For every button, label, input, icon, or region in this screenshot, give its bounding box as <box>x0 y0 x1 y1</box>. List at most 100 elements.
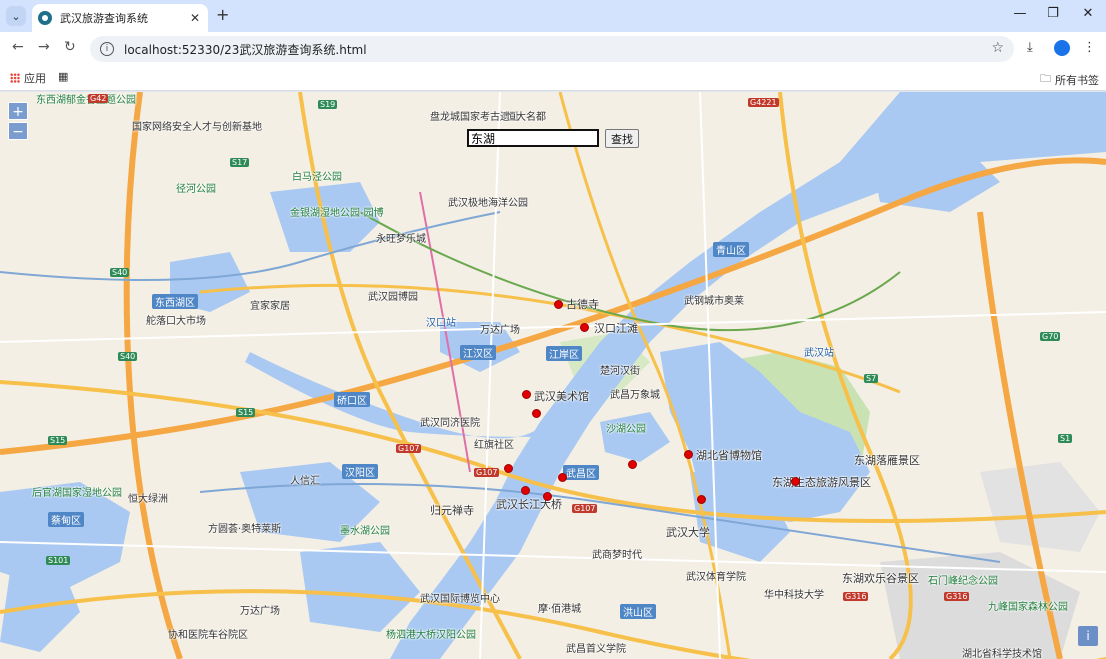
poi-label: 古德寺 <box>566 298 599 311</box>
map-label: 东西湖郁金香主题公园 <box>36 95 136 106</box>
map-label: 武汉站 <box>804 348 834 359</box>
tab-list-button[interactable]: ⌄ <box>6 6 26 26</box>
poi-label: 东湖落雁景区 <box>854 454 920 467</box>
restore-icon[interactable]: ❐ <box>1043 6 1063 21</box>
map-label: 白马泾公园 <box>292 172 342 183</box>
tab-groups-icon[interactable]: ▦ <box>58 70 68 83</box>
map-label: 湖北省科学技术馆 <box>962 649 1042 659</box>
bookmarks-bar: 应用 ▦ 🗀 所有书签 <box>0 64 1106 91</box>
tourist-marker[interactable] <box>554 300 563 309</box>
highway-shield: G316 <box>843 592 869 601</box>
map-label: 人信汇 <box>290 476 320 487</box>
zoom-out-button[interactable]: − <box>8 122 28 140</box>
map-label: 径河公园 <box>176 184 216 195</box>
site-info-icon[interactable]: i <box>100 42 114 56</box>
map-label: 恒大绿洲 <box>128 494 168 505</box>
highway-shield: G107 <box>572 504 598 513</box>
poi-label: 东湖欢乐谷景区 <box>842 572 919 585</box>
tourist-marker[interactable] <box>628 460 637 469</box>
poi-label: 归元禅寺 <box>430 504 474 517</box>
map-label: 万达广场 <box>480 325 520 336</box>
highway-shield: S15 <box>236 408 256 417</box>
map-label: 武汉园博园 <box>368 292 418 303</box>
map-label: 华中科技大学 <box>764 590 824 601</box>
map-label: 汉口站 <box>426 318 456 329</box>
district-tag: 武昌区 <box>563 465 599 480</box>
district-tag: 洪山区 <box>620 604 656 619</box>
tourist-marker[interactable] <box>580 323 589 332</box>
tourist-marker[interactable] <box>504 464 513 473</box>
highway-shield: G107 <box>396 444 422 453</box>
district-tag: 江汉区 <box>460 345 496 360</box>
highway-shield: S7 <box>864 374 879 383</box>
map-info-button[interactable]: i <box>1078 626 1098 646</box>
back-arrow-icon[interactable]: ← <box>12 39 24 55</box>
highway-shield: S101 <box>46 556 71 565</box>
highway-shield: G70 <box>1040 332 1061 341</box>
bookmark-all[interactable]: 🗀 所有书签 <box>1040 70 1099 89</box>
tourist-marker[interactable] <box>543 492 552 501</box>
map-label: 国家网络安全人才与创新基地 <box>132 122 262 133</box>
highway-shield: G107 <box>474 468 500 477</box>
tourist-marker[interactable] <box>558 473 567 482</box>
map-canvas[interactable]: 东西湖区 江汉区 江岸区 硚口区 汉阳区 蔡甸区 武昌区 青山区 洪山区 东西湖… <box>0 92 1106 659</box>
highway-shield: G4221 <box>748 98 779 107</box>
zoom-in-button[interactable]: + <box>8 102 28 120</box>
close-window-icon[interactable]: ✕ <box>1078 6 1098 21</box>
map-label: 九峰国家森林公园 <box>988 602 1068 613</box>
bookmark-apps[interactable]: 应用 <box>10 70 46 86</box>
district-tag: 青山区 <box>713 242 749 257</box>
address-bar[interactable]: i localhost:52330/23武汉旅游查询系统.html ☆ <box>90 36 1014 62</box>
district-tag: 江岸区 <box>546 346 582 361</box>
tourist-marker[interactable] <box>522 390 531 399</box>
map-label: 摩·佰港城 <box>538 604 582 615</box>
bookmark-apps-label: 应用 <box>24 72 46 85</box>
map-label: 协和医院车谷院区 <box>168 630 248 641</box>
map-label: 金银湖湿地公园-园博 <box>290 208 384 219</box>
search-input[interactable] <box>467 129 599 147</box>
map-label: 武昌万象城 <box>610 390 660 401</box>
forward-arrow-icon[interactable]: → <box>38 39 50 55</box>
map-label: 武汉体育学院 <box>686 572 746 583</box>
map-label: 恒大名都 <box>506 112 546 123</box>
district-tag: 蔡甸区 <box>48 512 84 527</box>
district-tag: 东西湖区 <box>152 294 198 309</box>
tab-title: 武汉旅游查询系统 <box>60 12 148 25</box>
map-label: 沙湖公园 <box>606 424 646 435</box>
highway-shield: S40 <box>110 268 130 277</box>
map-label: 舵落口大市场 <box>146 316 206 327</box>
tourist-marker[interactable] <box>697 495 706 504</box>
map-label: 武汉国际博览中心 <box>420 594 500 605</box>
poi-label: 湖北省博物馆 <box>696 449 762 462</box>
map-label: 楚河汉街 <box>600 366 640 377</box>
highway-shield: S17 <box>230 158 250 167</box>
menu-dots-icon[interactable]: ⋮ <box>1083 40 1096 55</box>
map-label: 石门峰纪念公园 <box>928 576 998 587</box>
search-button[interactable]: 查找 <box>605 129 639 148</box>
profile-avatar[interactable] <box>1054 40 1070 56</box>
minimize-icon[interactable]: — <box>1010 6 1030 21</box>
tourist-marker[interactable] <box>684 450 693 459</box>
map-label: 杨泗港大桥汉阳公园 <box>386 630 476 641</box>
highway-shield: G42 <box>88 94 109 103</box>
highway-shield: S40 <box>118 352 138 361</box>
url-text: localhost:52330/23武汉旅游查询系统.html <box>124 42 367 57</box>
poi-label: 东湖生态旅游风景区 <box>772 476 871 489</box>
map-label: 永旺梦乐城 <box>376 234 426 245</box>
poi-label: 武汉美术馆 <box>534 390 589 403</box>
bookmark-star-icon[interactable]: ☆ <box>991 40 1004 56</box>
map-label: 武汉同济医院 <box>420 418 480 429</box>
download-icon[interactable]: ⤓ <box>1027 40 1033 55</box>
map-label: 后官湖国家湿地公园 <box>32 488 122 499</box>
poi-label: 武汉长江大桥 <box>496 498 562 511</box>
map-label: 武商梦时代 <box>592 550 642 561</box>
new-tab-button[interactable]: + <box>216 5 229 24</box>
close-tab-icon[interactable]: ✕ <box>190 11 200 25</box>
reload-icon[interactable]: ↻ <box>64 39 76 55</box>
highway-shield: G316 <box>944 592 970 601</box>
apps-grid-icon <box>10 73 20 83</box>
tourist-marker[interactable] <box>532 409 541 418</box>
browser-tab-active[interactable]: 武汉旅游查询系统 ✕ <box>32 4 208 32</box>
tourist-marker[interactable] <box>521 486 530 495</box>
tourist-marker[interactable] <box>791 477 800 486</box>
